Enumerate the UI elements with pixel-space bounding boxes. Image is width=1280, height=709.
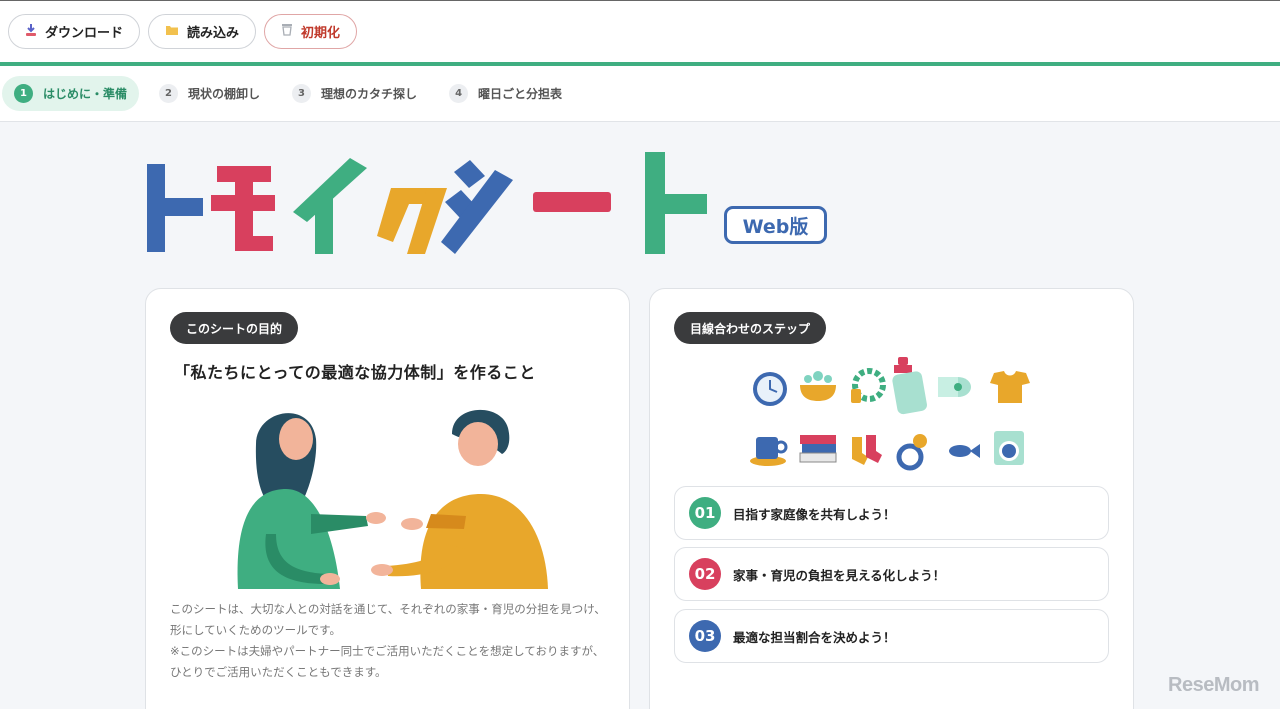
folder-icon <box>165 24 179 40</box>
step-number: 01 <box>689 497 721 529</box>
tab-introduction[interactable]: 1 はじめに・準備 <box>2 76 140 111</box>
toy-ring-icon <box>851 368 886 403</box>
steps-card: 目線合わせのステップ 01 目指す家庭像を共有しよう！ 02 家事・育児の負担を… <box>649 288 1134 709</box>
tab-inventory[interactable]: 2 現状の棚卸し <box>147 76 272 111</box>
step-number: 03 <box>689 620 721 652</box>
step-text: 最適な担当割合を決めよう！ <box>733 629 896 645</box>
washing-machine-icon <box>994 431 1024 465</box>
step-text: 家事・育児の負担を見える化しよう！ <box>733 567 946 583</box>
purpose-heading: 「私たちにとっての最適な協力体制」を作ること <box>174 363 536 382</box>
conversation-illustration <box>216 394 556 594</box>
bathtub-icon <box>800 371 836 401</box>
tab-label: 現状の棚卸し <box>188 87 261 101</box>
step-tabs: 1 はじめに・準備 2 現状の棚卸し 3 理想のカタチ探し 4 曜日ごと分担表 <box>0 66 1280 122</box>
load-label: 読み込み <box>187 26 240 41</box>
purpose-pill: このシートの目的 <box>170 312 299 344</box>
tab-label: はじめに・準備 <box>43 87 128 101</box>
download-button[interactable]: ダウンロード <box>8 14 141 49</box>
download-label: ダウンロード <box>45 26 124 41</box>
books-icon <box>799 435 837 463</box>
t-shirt-icon <box>990 371 1030 403</box>
reset-label: 初期化 <box>301 26 341 41</box>
step-number: 02 <box>689 558 721 590</box>
cup-icon <box>750 437 788 466</box>
tab-number: 2 <box>159 84 179 103</box>
step-item-02: 02 家事・育児の負担を見える化しよう！ <box>674 547 1109 601</box>
tab-number: 1 <box>14 84 33 103</box>
baby-bottle-icon <box>892 357 927 415</box>
download-icon <box>25 23 37 41</box>
tab-number: 4 <box>449 84 469 103</box>
tab-label: 曜日ごと分担表 <box>478 87 563 101</box>
steps-pill: 目線合わせのステップ <box>674 312 827 344</box>
tab-weekly-schedule[interactable]: 4 曜日ごと分担表 <box>437 76 574 111</box>
web-version-badge: Web版 <box>724 206 827 244</box>
step-item-01: 01 目指す家庭像を共有しよう！ <box>674 486 1109 540</box>
purpose-card: このシートの目的 「私たちにとっての最適な協力体制」を作ること このシートは、大… <box>145 288 630 709</box>
resemom-watermark: ReseMom <box>1168 674 1259 696</box>
clock-icon <box>753 372 787 406</box>
toilet-paper-icon <box>938 377 971 397</box>
toolbar: ダウンロード 読み込み 初期化 <box>0 0 1280 62</box>
fish-icon <box>949 444 980 458</box>
description-paragraph: このシートは、大切な人との対話を通じて、それぞれの家事・育児の分担を見つけ、形に… <box>170 602 606 637</box>
socks-icon <box>852 435 882 465</box>
trash-icon <box>281 23 293 40</box>
purpose-description: このシートは、大切な人との対話を通じて、それぞれの家事・育児の分担を見つけ、形に… <box>170 599 610 683</box>
tab-label: 理想のカタチ探し <box>321 87 418 101</box>
tab-number: 3 <box>292 84 312 103</box>
step-item-03: 03 最適な担当割合を決めよう！ <box>674 609 1109 663</box>
tab-ideal-shape[interactable]: 3 理想のカタチ探し <box>280 76 429 111</box>
step-text: 目指す家庭像を共有しよう！ <box>733 506 896 522</box>
reset-button[interactable]: 初期化 <box>264 14 358 49</box>
load-button[interactable]: 読み込み <box>148 14 257 49</box>
household-icons <box>748 349 1038 479</box>
description-note: ※このシートは夫婦やパートナー同士でご活用いただくことを想定しておりますが、ひと… <box>170 644 605 679</box>
pacifier-icon <box>896 434 927 471</box>
